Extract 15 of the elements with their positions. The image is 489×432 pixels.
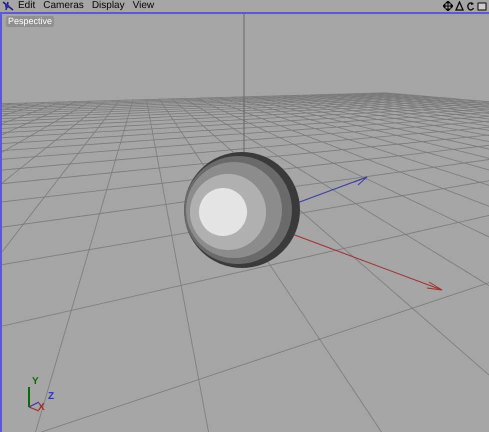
menu-item[interactable]: View bbox=[128, 0, 158, 12]
menu-item[interactable]: Cameras bbox=[39, 0, 88, 12]
square-icon[interactable] bbox=[477, 2, 487, 10]
axis-label: Z bbox=[48, 391, 54, 402]
menu-item[interactable]: Display bbox=[88, 0, 129, 12]
axis-label: Y bbox=[32, 376, 39, 387]
axis-gizmo-drawing bbox=[28, 387, 40, 412]
menu-item[interactable]: Edit bbox=[14, 0, 40, 12]
triangle-icon[interactable] bbox=[455, 1, 464, 11]
axis-label: X bbox=[38, 402, 45, 413]
viewport-title: Pespective bbox=[6, 16, 54, 27]
rotate-icon[interactable] bbox=[466, 1, 475, 11]
z-axis-line bbox=[296, 176, 368, 204]
app-logo-icon[interactable] bbox=[2, 1, 14, 11]
move-icon[interactable] bbox=[443, 1, 453, 11]
